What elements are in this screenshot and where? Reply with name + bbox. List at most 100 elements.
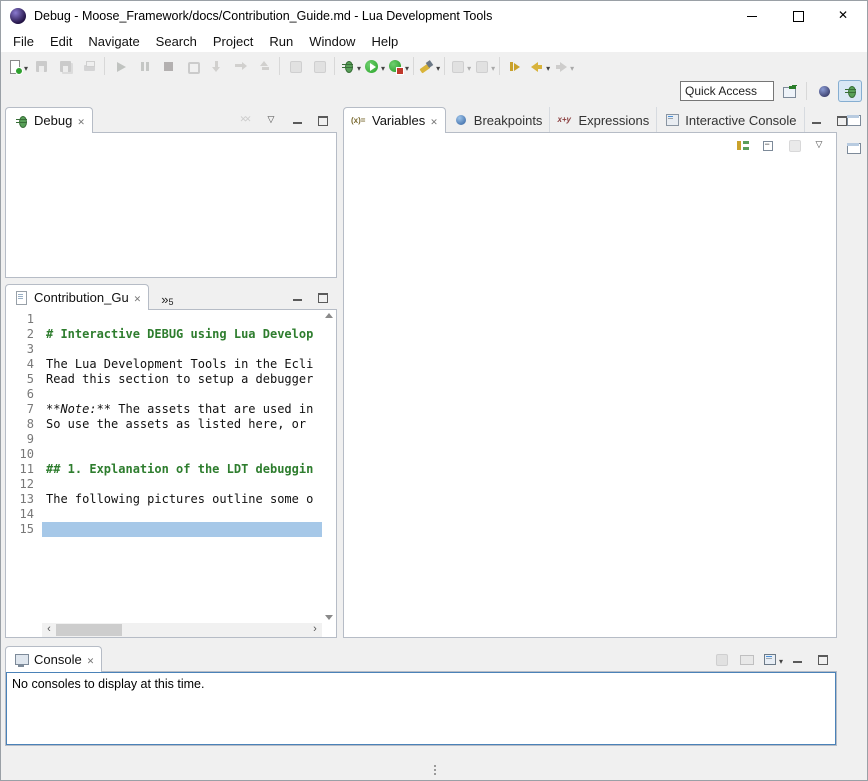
variables-view-content[interactable]	[343, 132, 837, 638]
line-number[interactable]: 10	[6, 447, 42, 462]
line-number[interactable]: 15	[6, 522, 42, 537]
back-button[interactable]	[527, 55, 551, 77]
line-number-ruler[interactable]: 123456789101112131415	[6, 310, 42, 623]
quick-access-input[interactable]	[680, 81, 774, 101]
maximize-button[interactable]	[775, 1, 821, 31]
tab-variables[interactable]: Variables	[343, 107, 446, 133]
debug-perspective-button[interactable]	[838, 80, 862, 102]
show-logical-structure-button[interactable]	[730, 134, 754, 156]
menu-help[interactable]: Help	[363, 31, 406, 52]
scroll-down-icon[interactable]	[325, 615, 333, 620]
menu-edit[interactable]: Edit	[42, 31, 80, 52]
line-number[interactable]: 1	[6, 312, 42, 327]
lua-perspective-button[interactable]	[812, 80, 836, 102]
menu-file[interactable]: File	[5, 31, 42, 52]
code-text: The Lua Development Tools in the Ecli	[46, 357, 313, 371]
line-number[interactable]: 9	[6, 432, 42, 447]
minimize-button[interactable]	[785, 648, 809, 670]
minimize-button[interactable]	[285, 109, 309, 131]
close-tab-icon[interactable]	[134, 290, 142, 305]
line-number[interactable]: 4	[6, 357, 42, 372]
save-all-icon	[57, 58, 74, 75]
last-edit-location-button[interactable]	[503, 55, 527, 77]
code-line[interactable]: ## 1. Explanation of the LDT debuggin	[42, 462, 322, 477]
editor-vertical-scrollbar[interactable]	[322, 310, 336, 623]
open-console-button[interactable]	[760, 648, 784, 670]
line-number[interactable]: 12	[6, 477, 42, 492]
new-file-button[interactable]	[5, 55, 29, 77]
code-line[interactable]	[42, 342, 322, 357]
tab-debug[interactable]: Debug	[5, 107, 93, 133]
editor-horizontal-scrollbar[interactable]: ‹ ›	[42, 623, 322, 637]
minimize-button[interactable]	[285, 286, 309, 308]
code-line[interactable]	[42, 387, 322, 402]
maximize-button[interactable]	[810, 648, 834, 670]
debug-button[interactable]	[338, 55, 362, 77]
tab-overflow-chevron[interactable]: »5	[155, 284, 179, 310]
code-line[interactable]	[42, 447, 322, 462]
maximize-button[interactable]	[830, 109, 854, 131]
line-number[interactable]: 7	[6, 402, 42, 417]
code-line[interactable]	[42, 522, 322, 537]
close-tab-icon[interactable]	[430, 113, 438, 128]
code-line[interactable]: # Interactive DEBUG using Lua Develop	[42, 327, 322, 342]
menu-run[interactable]: Run	[261, 31, 301, 52]
dropdown-arrow-icon	[778, 652, 783, 667]
line-number[interactable]: 14	[6, 507, 42, 522]
line-number[interactable]: 11	[6, 462, 42, 477]
line-number[interactable]: 2	[6, 327, 42, 342]
menu-window[interactable]: Window	[301, 31, 363, 52]
menu-project[interactable]: Project	[205, 31, 261, 52]
code-line[interactable]	[42, 507, 322, 522]
minimize-button[interactable]	[729, 1, 775, 31]
close-button[interactable]	[821, 1, 867, 31]
debug-view-content[interactable]	[5, 132, 337, 278]
open-perspective-button[interactable]	[777, 80, 801, 102]
line-number[interactable]: 6	[6, 387, 42, 402]
line-number[interactable]: 5	[6, 372, 42, 387]
maximize-button[interactable]	[310, 286, 334, 308]
scroll-left-icon[interactable]: ‹	[42, 623, 56, 637]
code-line[interactable]: **Note:** The assets that are used in	[42, 402, 322, 417]
tab-breakpoints[interactable]: Breakpoints	[446, 107, 551, 133]
editor-text-area[interactable]: # Interactive DEBUG using Lua Develop The…	[42, 310, 322, 623]
line-number[interactable]: 13	[6, 492, 42, 507]
collapse-all-button[interactable]	[756, 134, 780, 156]
columns-icon	[786, 137, 803, 154]
editor-content: 123456789101112131415 # Interactive DEBU…	[5, 309, 337, 638]
debug-icon	[339, 58, 356, 75]
close-tab-icon[interactable]	[77, 113, 85, 128]
menu-search[interactable]: Search	[148, 31, 205, 52]
code-line[interactable]: Read this section to setup a debugger	[42, 372, 322, 387]
minimize-icon	[289, 289, 306, 306]
search-button[interactable]	[417, 55, 441, 77]
code-line[interactable]	[42, 432, 322, 447]
code-line[interactable]	[42, 477, 322, 492]
tab-contribution-guide[interactable]: Contribution_Gu	[5, 284, 149, 310]
restore-views-button[interactable]	[841, 137, 865, 159]
scroll-right-icon[interactable]: ›	[308, 623, 322, 637]
code-line[interactable]	[42, 312, 322, 327]
code-line[interactable]: So use the assets as listed here, or	[42, 417, 322, 432]
scrollbar-thumb[interactable]	[56, 624, 122, 636]
view-menu-button[interactable]	[808, 134, 832, 156]
console-content[interactable]: No consoles to display at this time.	[6, 672, 836, 745]
tab-console[interactable]: Console	[5, 646, 102, 672]
menu-navigate[interactable]: Navigate	[80, 31, 147, 52]
maximize-button[interactable]	[310, 109, 334, 131]
code-line[interactable]: The following pictures outline some o	[42, 492, 322, 507]
external-tools-button[interactable]	[386, 55, 410, 77]
line-number[interactable]: 3	[6, 342, 42, 357]
close-tab-icon[interactable]	[87, 652, 95, 667]
line-number[interactable]: 8	[6, 417, 42, 432]
tab-expressions[interactable]: Expressions	[550, 107, 657, 133]
minimize-button[interactable]	[805, 109, 829, 131]
run-button[interactable]	[362, 55, 386, 77]
code-line[interactable]: The Lua Development Tools in the Ecli	[42, 357, 322, 372]
statusbar-grip[interactable]	[434, 765, 436, 777]
tab-interactive-console[interactable]: Interactive Console	[657, 107, 804, 133]
save-all-button	[53, 55, 77, 77]
view-menu-button[interactable]	[260, 109, 284, 131]
back-icon	[528, 58, 545, 75]
scroll-up-icon[interactable]	[325, 313, 333, 318]
